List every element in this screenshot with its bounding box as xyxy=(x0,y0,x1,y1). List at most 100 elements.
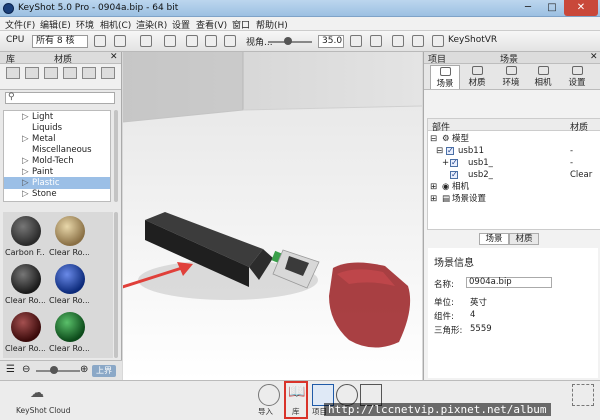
library-search-input[interactable]: ⚲ xyxy=(5,92,115,104)
models-icon: ⚙ xyxy=(442,134,450,144)
tab-camera[interactable]: 相机 xyxy=(528,65,558,89)
keyshot-cloud-label[interactable]: KeyShot Cloud xyxy=(16,406,70,415)
render-viewport[interactable] xyxy=(123,52,422,380)
panel-close-icon[interactable]: ✕ xyxy=(110,52,118,62)
materials-tab-icon[interactable] xyxy=(6,67,20,79)
scene-tree-row[interactable]: + usb1_ - xyxy=(428,157,600,169)
zoom-out-icon[interactable]: ⊖ xyxy=(22,364,30,375)
textures-tab-icon[interactable] xyxy=(82,67,96,79)
lock-icon[interactable] xyxy=(370,35,382,47)
tab-environment[interactable]: 环境 xyxy=(496,65,526,89)
materials-tab-icon xyxy=(471,66,483,75)
fov-input[interactable]: 35.0 xyxy=(318,35,344,48)
thumb-label: Clear Ro... xyxy=(49,248,89,257)
cpu-select[interactable]: 所有 8 核 xyxy=(32,35,88,48)
subtab-material[interactable]: 材质 xyxy=(509,233,539,245)
resize-icon[interactable] xyxy=(114,35,126,47)
thumb-label: Clear Ro... xyxy=(49,344,89,353)
minimize-button[interactable]: ─ xyxy=(516,0,540,16)
environments-tab-icon[interactable] xyxy=(44,67,58,79)
close-button[interactable]: ✕ xyxy=(564,0,598,16)
material-thumb[interactable] xyxy=(55,264,85,294)
down-arrow-icon[interactable] xyxy=(224,35,236,47)
maximize-button[interactable]: □ xyxy=(540,0,564,16)
scene-tree-row[interactable]: ⊟ usb11 - xyxy=(428,145,600,157)
tab-settings[interactable]: 设置 xyxy=(562,65,592,89)
screenshot-icon[interactable] xyxy=(572,384,594,406)
import-label[interactable]: 导入 xyxy=(258,406,273,417)
menu-render[interactable]: 渲染(R) xyxy=(136,18,167,31)
collapse-icon[interactable]: ⊟ xyxy=(436,145,443,157)
menu-help[interactable]: 帮助(H) xyxy=(256,18,288,31)
menu-window[interactable]: 窗口 xyxy=(232,18,250,31)
material-thumb[interactable] xyxy=(55,216,85,246)
upload-button[interactable]: 上界 xyxy=(92,365,116,377)
expand-icon[interactable]: ⊞ xyxy=(430,193,437,205)
backplates-tab-icon[interactable] xyxy=(63,67,77,79)
material-thumb[interactable] xyxy=(55,312,85,342)
visibility-checkbox[interactable] xyxy=(450,169,458,181)
thumb-size-slider[interactable] xyxy=(36,370,80,372)
keyshotvr-button[interactable]: KeyShotVR xyxy=(448,35,497,48)
material-thumb[interactable] xyxy=(11,216,41,246)
environment-tab-icon xyxy=(505,66,517,75)
visibility-checkbox[interactable] xyxy=(450,157,458,169)
pause-icon[interactable] xyxy=(94,35,106,47)
reset-icon[interactable] xyxy=(186,35,198,47)
scene-tree-row[interactable]: ⊟ ⚙ 模型 xyxy=(428,133,600,145)
thumbnail-scrollbar[interactable] xyxy=(114,212,118,358)
menu-edit[interactable]: 编辑(E) xyxy=(40,18,71,31)
tree-scrollbar[interactable] xyxy=(114,110,118,202)
list-view-icon[interactable]: ☰ xyxy=(6,364,15,375)
scene-tree-row[interactable]: usb2_ Clear xyxy=(428,169,600,181)
zoom-in-icon[interactable]: ⊕ xyxy=(80,364,88,375)
import-icon[interactable] xyxy=(258,384,280,406)
camera-icon[interactable] xyxy=(164,35,176,47)
scene-settings-icon: ▤ xyxy=(442,194,451,204)
tree-item[interactable]: ▷ Stone xyxy=(4,188,110,200)
screenshot-icon[interactable] xyxy=(140,35,152,47)
region-icon[interactable] xyxy=(392,35,404,47)
library-label[interactable]: 库 xyxy=(292,406,300,417)
scene-render xyxy=(123,52,422,380)
subtab-scene[interactable]: 场景 xyxy=(479,233,509,245)
visibility-checkbox[interactable] xyxy=(446,145,454,157)
panel-close-icon[interactable]: ✕ xyxy=(590,52,598,62)
menu-view[interactable]: 查看(V) xyxy=(196,18,227,31)
grid-icon[interactable] xyxy=(350,35,362,47)
menu-environment[interactable]: 环境 xyxy=(76,18,94,31)
library-book-icon[interactable]: 📖 xyxy=(288,384,305,400)
thumb-size-knob[interactable] xyxy=(50,366,58,374)
fit-icon[interactable] xyxy=(205,35,217,47)
expand-icon[interactable]: ⊞ xyxy=(430,181,437,193)
vr-icon[interactable] xyxy=(432,35,444,47)
expand-icon[interactable]: + xyxy=(442,157,449,169)
parts-column-header: 部件 xyxy=(432,123,451,133)
menu-bar: 文件(F) 编辑(E) 环境 相机(C) 渲染(R) 设置 查看(V) 窗口 帮… xyxy=(0,17,600,31)
colors-tab-icon[interactable] xyxy=(25,67,39,79)
fov-slider-knob[interactable] xyxy=(284,37,292,45)
scene-tree-row[interactable]: ⊞ ▤ 场景设置 xyxy=(428,193,600,205)
triangles-label: 三角形: xyxy=(434,326,463,336)
project-tabs: 场景 材质 环境 相机 设置 xyxy=(424,64,600,90)
name-field[interactable]: 0904a.bip xyxy=(466,277,552,288)
tab-materials[interactable]: 材质 xyxy=(462,65,492,89)
scene-tree-row[interactable]: ⊞ ◉ 相机 xyxy=(428,181,600,193)
menu-camera[interactable]: 相机(C) xyxy=(100,18,131,31)
material-thumb[interactable] xyxy=(11,264,41,294)
main-toolbar: CPU 所有 8 核 视角... 35.0 KeyShotVR xyxy=(0,31,600,52)
menu-file[interactable]: 文件(F) xyxy=(5,18,35,31)
collapse-icon[interactable]: ⊟ xyxy=(430,133,437,145)
material-column-header: 材质 xyxy=(570,123,589,133)
cloud-icon[interactable]: ☁ xyxy=(30,385,44,401)
parts-value: 4 xyxy=(470,310,476,320)
material-thumb[interactable] xyxy=(11,312,41,342)
expand-arrow-icon[interactable]: ▷ xyxy=(22,188,29,200)
scene-tab-icon xyxy=(439,67,451,76)
menu-settings[interactable]: 设置 xyxy=(172,18,190,31)
scene-info-title: 场景信息 xyxy=(434,258,474,269)
tab-scene[interactable]: 场景 xyxy=(430,65,460,89)
unit-label: 单位: xyxy=(434,298,454,308)
frame-icon[interactable] xyxy=(412,35,424,47)
favorites-tab-icon[interactable] xyxy=(101,67,115,79)
